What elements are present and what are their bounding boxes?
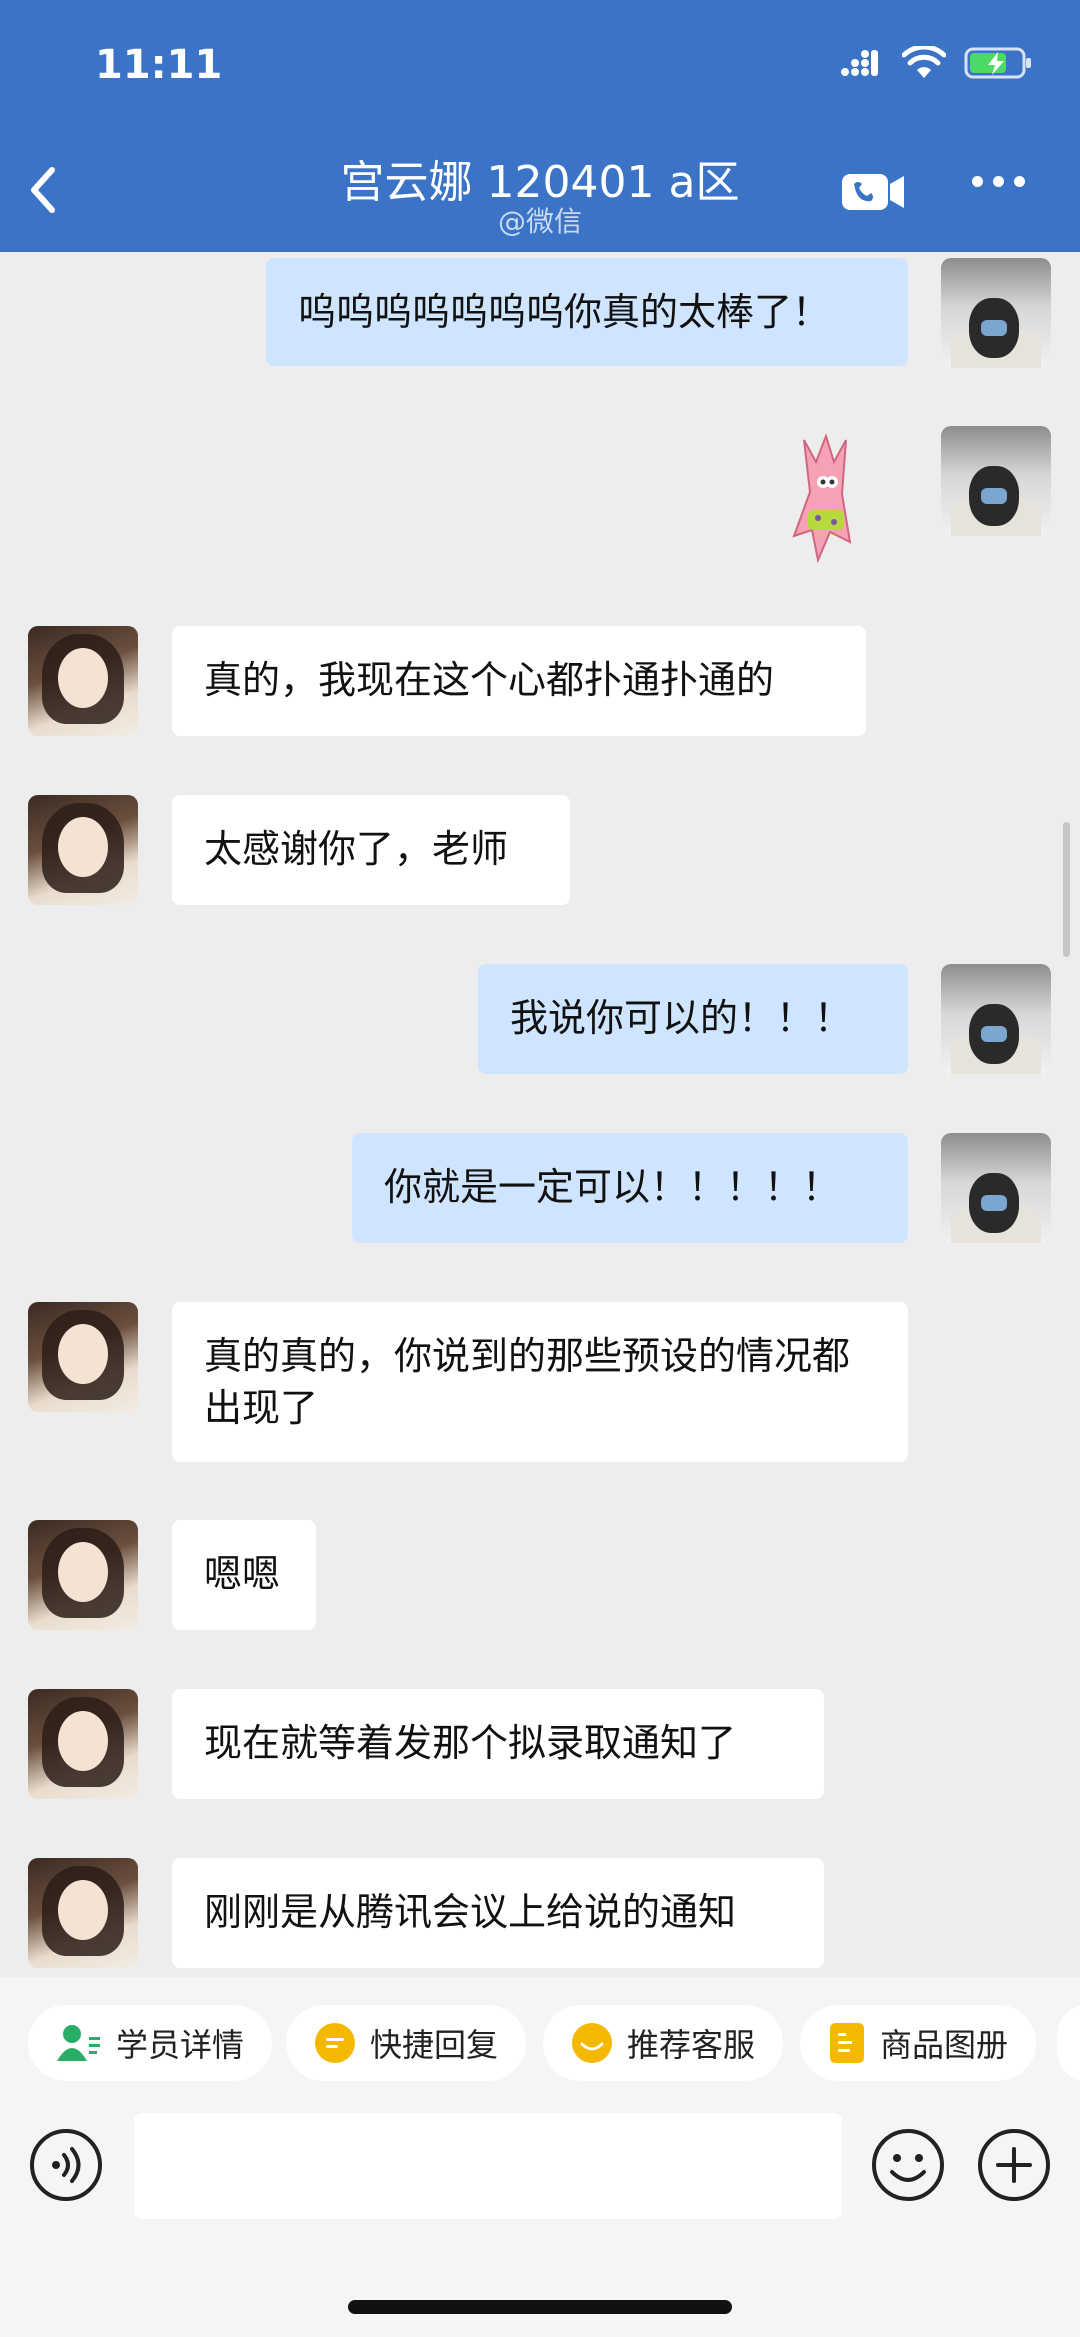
catalog-icon bbox=[828, 2021, 866, 2065]
contact-avatar[interactable] bbox=[28, 795, 138, 905]
header-bar: 11:11 宫云娜 120401 a区 @微信 bbox=[0, 0, 1080, 252]
self-avatar[interactable] bbox=[941, 964, 1051, 1074]
message-bubble[interactable]: 真的真的，你说到的那些预设的情况都出现了 bbox=[172, 1302, 908, 1462]
plus-button[interactable] bbox=[976, 2127, 1052, 2207]
product-catalog-button[interactable]: 商品图册 bbox=[800, 2005, 1037, 2081]
quick-action-label: 快捷回复 bbox=[370, 2026, 499, 2064]
self-avatar[interactable] bbox=[941, 426, 1051, 536]
message-bubble[interactable]: 呜呜呜呜呜呜呜你真的太棒了！ bbox=[266, 258, 908, 366]
self-avatar[interactable] bbox=[941, 258, 1051, 368]
message-bubble[interactable]: 刚刚是从腾讯会议上给说的通知 bbox=[172, 1858, 824, 1968]
quick-action-label: 商品图册 bbox=[880, 2026, 1009, 2064]
more-quick-actions[interactable] bbox=[1057, 2005, 1080, 2081]
message-bubble[interactable]: 嗯嗯 bbox=[172, 1520, 316, 1630]
contact-avatar[interactable] bbox=[28, 1302, 138, 1412]
scroll-indicator[interactable] bbox=[1063, 822, 1070, 957]
contact-avatar[interactable] bbox=[28, 1520, 138, 1630]
recommend-service-button[interactable]: 推荐客服 bbox=[543, 2005, 784, 2081]
plus-icon bbox=[978, 2129, 1050, 2201]
wifi-icon bbox=[902, 46, 946, 80]
voice-button[interactable] bbox=[28, 2127, 104, 2207]
quick-action-label: 推荐客服 bbox=[627, 2026, 756, 2064]
video-camera-icon bbox=[842, 174, 904, 210]
message-bubble[interactable]: 太感谢你了，老师 bbox=[172, 795, 570, 905]
more-dot-icon bbox=[993, 176, 1004, 187]
quick-action-bar: 学员详情 快捷回复 推荐客服 商品图册 bbox=[0, 1977, 1080, 2087]
emoji-button[interactable] bbox=[870, 2127, 946, 2207]
more-dot-icon bbox=[972, 176, 983, 187]
quick-action-label: 学员详情 bbox=[116, 2026, 245, 2064]
message-bubble[interactable]: 你就是一定可以！！！！！ bbox=[352, 1133, 908, 1243]
message-bubble[interactable]: 我说你可以的！！！ bbox=[478, 964, 908, 1074]
video-call-button[interactable] bbox=[840, 170, 906, 218]
patrick-star-sticker[interactable] bbox=[790, 432, 860, 571]
voice-icon bbox=[30, 2129, 102, 2201]
message-input[interactable] bbox=[134, 2113, 842, 2219]
more-dot-icon bbox=[1014, 176, 1025, 187]
signal-icon bbox=[840, 48, 884, 78]
quick-reply-icon bbox=[314, 2022, 356, 2064]
contact-avatar[interactable] bbox=[28, 1689, 138, 1799]
chat-subtitle: @微信 bbox=[497, 205, 582, 238]
contact-avatar[interactable] bbox=[28, 626, 138, 736]
student-details-button[interactable]: 学员详情 bbox=[28, 2005, 273, 2081]
home-indicator[interactable] bbox=[348, 2300, 732, 2314]
contact-avatar[interactable] bbox=[28, 1858, 138, 1968]
message-bubble[interactable]: 真的，我现在这个心都扑通扑通的 bbox=[172, 626, 866, 736]
status-icons bbox=[840, 46, 1034, 80]
service-icon bbox=[571, 2022, 613, 2064]
student-icon bbox=[56, 2023, 102, 2063]
quick-reply-button[interactable]: 快捷回复 bbox=[286, 2005, 527, 2081]
status-time: 11:11 bbox=[95, 42, 223, 88]
self-avatar[interactable] bbox=[941, 1133, 1051, 1243]
message-bubble[interactable]: 现在就等着发那个拟录取通知了 bbox=[172, 1689, 824, 1799]
emoji-icon bbox=[872, 2129, 944, 2201]
input-bar bbox=[0, 2087, 1080, 2337]
battery-icon bbox=[964, 46, 1034, 80]
more-button[interactable] bbox=[972, 176, 1025, 187]
chat-area[interactable]: 呜呜呜呜呜呜呜你真的太棒了！ 真的，我现在这个心都扑通扑通的 太感谢你了，老师 … bbox=[0, 252, 1080, 1977]
